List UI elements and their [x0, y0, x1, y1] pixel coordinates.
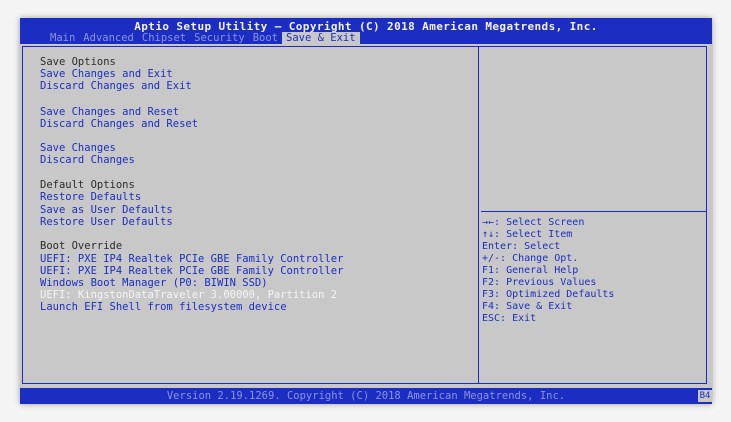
- tab-security[interactable]: Security: [190, 32, 249, 44]
- save-changes-item[interactable]: Save Changes: [40, 142, 116, 154]
- corner-code: B4: [698, 390, 712, 402]
- save-changes-and-reset-item[interactable]: Save Changes and Reset: [40, 106, 179, 118]
- tab-advanced[interactable]: Advanced: [79, 32, 138, 44]
- launch-efi-shell-item[interactable]: Launch EFI Shell from filesystem device: [40, 301, 287, 313]
- restore-user-defaults-item[interactable]: Restore User Defaults: [40, 216, 173, 228]
- save-as-user-defaults-item[interactable]: Save as User Defaults: [40, 204, 173, 216]
- boot-override-item[interactable]: Windows Boot Manager (P0: BIWIN SSD): [40, 277, 268, 289]
- tab-boot[interactable]: Boot: [249, 32, 282, 44]
- tab-chipset[interactable]: Chipset: [138, 32, 190, 44]
- discard-changes-item[interactable]: Discard Changes: [40, 154, 135, 166]
- help-line-enter: Enter: Select: [482, 241, 561, 252]
- help-line-change-opt: +/-: Change Opt.: [482, 253, 579, 264]
- discard-changes-and-reset-item[interactable]: Discard Changes and Reset: [40, 118, 198, 130]
- footer-bar: Version 2.19.1269. Copyright (C) 2018 Am…: [20, 388, 712, 404]
- boot-override-item[interactable]: UEFI: PXE IP4 Realtek PCIe GBE Family Co…: [40, 265, 343, 277]
- bios-screen: Aptio Setup Utility – Copyright (C) 2018…: [20, 18, 712, 404]
- help-line-optimized-defaults: F3: Optimized Defaults: [482, 289, 615, 300]
- section-header-default-options: Default Options: [40, 179, 135, 191]
- help-line-select-item: ↑↓: Select Item: [482, 229, 573, 240]
- restore-defaults-item[interactable]: Restore Defaults: [40, 191, 141, 203]
- help-divider: [481, 211, 706, 212]
- help-line-general-help: F1: General Help: [482, 265, 579, 276]
- version-text: Version 2.19.1269. Copyright (C) 2018 Am…: [166, 390, 566, 402]
- boot-override-item[interactable]: UEFI: PXE IP4 Realtek PCIe GBE Family Co…: [40, 253, 343, 265]
- discard-changes-and-exit-item[interactable]: Discard Changes and Exit: [40, 80, 192, 92]
- panel-divider: [478, 46, 479, 384]
- help-line-previous-values: F2: Previous Values: [482, 277, 597, 288]
- help-line-save-exit: F4: Save & Exit: [482, 301, 573, 312]
- tab-main[interactable]: Main: [46, 32, 79, 44]
- boot-override-item-selected[interactable]: UEFI: KingstonDataTraveler 3.00000, Part…: [40, 289, 337, 301]
- help-line-select-screen: →←: Select Screen: [482, 217, 585, 228]
- help-line-esc-exit: ESC: Exit: [482, 313, 537, 324]
- save-changes-and-exit-item[interactable]: Save Changes and Exit: [40, 68, 173, 80]
- section-header-boot-override: Boot Override: [40, 240, 123, 252]
- tab-save-exit[interactable]: Save & Exit: [282, 32, 360, 44]
- section-header-save-options: Save Options: [40, 56, 116, 68]
- tab-bar: Main Advanced Chipset Security Boot Save…: [46, 32, 360, 44]
- header-bar: Aptio Setup Utility – Copyright (C) 2018…: [20, 18, 712, 44]
